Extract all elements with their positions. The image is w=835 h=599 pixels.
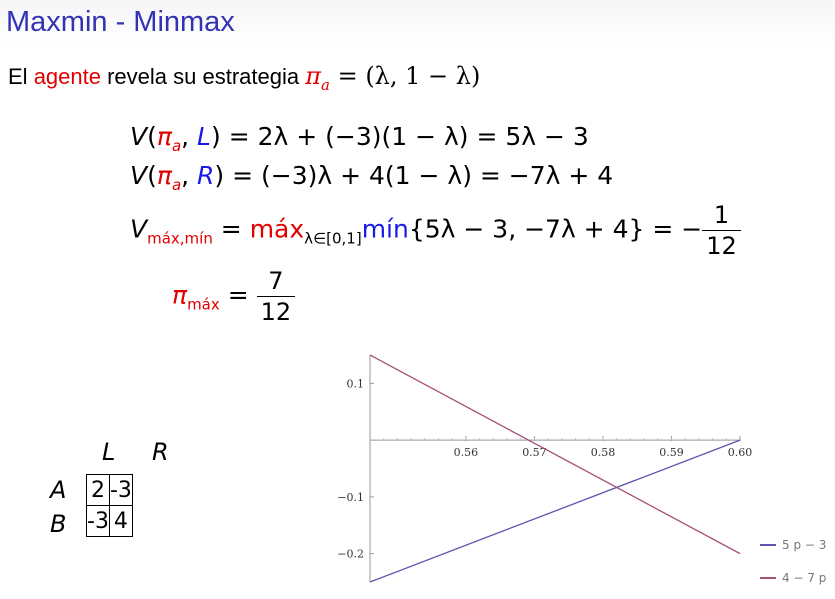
column-header: R	[152, 438, 169, 466]
equation-v-l: V(πa, L) = 2λ + (−3)(1 − λ) = 5λ − 3	[130, 122, 589, 155]
y-tick-label: 0.1	[347, 377, 365, 390]
table-row: -3 4	[86, 505, 133, 537]
x-tick-label: 0.56	[454, 446, 479, 459]
equation-v-r-rhs: = (−3)λ + 4(1 − λ) = −7λ + 4	[232, 161, 614, 190]
equation-v-l-rhs: = 2λ + (−3)(1 − λ) = 5λ − 3	[228, 122, 589, 151]
payoff-cell: 4	[108, 505, 133, 537]
intro-line: El agente revela su estrategia πa = (λ, …	[8, 62, 480, 94]
min-operator: mín	[361, 214, 409, 244]
equation-vmaxmin: Vmáx,mín = máxλ∈[0,1]mín{5λ − 3, −7λ + 4…	[130, 200, 741, 261]
payoff-cell: -3	[86, 505, 110, 537]
intro-suffix: revela su estrategia	[100, 64, 306, 89]
x-tick-label: 0.60	[728, 446, 753, 459]
equation-v-r: V(πa, R) = (−3)λ + 4(1 − λ) = −7λ + 4	[130, 161, 614, 194]
pimax-subscript: máx	[187, 295, 220, 314]
table-row: 2 -3	[86, 474, 133, 506]
max-subscript: λ∈[0,1]	[304, 229, 362, 248]
payoff-cell: -3	[108, 474, 133, 506]
legend-label: 4 − 7 p	[782, 571, 826, 585]
row-header: A	[50, 476, 67, 504]
vmaxmin-rest: {5λ − 3, −7λ + 4} = −	[408, 214, 703, 244]
max-operator: máx	[249, 214, 305, 244]
vmaxmin-subscript: máx,mín	[147, 229, 213, 248]
series-line	[369, 354, 741, 555]
x-tick-label: 0.59	[659, 446, 684, 459]
y-tick-label: −0.2	[337, 548, 364, 561]
intro-prefix: El	[8, 64, 34, 89]
legend-label: 5 p − 3	[782, 538, 826, 552]
column-header: L	[102, 438, 116, 466]
line-chart: 0.56 0.57 0.58 0.59 0.600.1−0.1−0.25 p − 34 …	[337, 354, 826, 585]
y-tick-label: −0.1	[337, 491, 364, 504]
equation-pimax: πmáx = 7 12	[172, 266, 296, 327]
pimax-fraction: 7 12	[256, 266, 296, 327]
series-line	[369, 439, 741, 583]
slide-title: Maxmin - Minmax	[6, 6, 235, 38]
strategy-formula: πa = (λ, 1 − λ)	[305, 62, 481, 94]
vmaxmin-fraction: 1 12	[702, 200, 741, 261]
intro-agent: agente	[33, 64, 101, 89]
payoff-matrix: 2 -3 -3 4	[86, 474, 133, 537]
row-header: B	[50, 510, 67, 538]
payoff-cell: 2	[86, 474, 110, 506]
x-tick-label: 0.58	[591, 446, 616, 459]
